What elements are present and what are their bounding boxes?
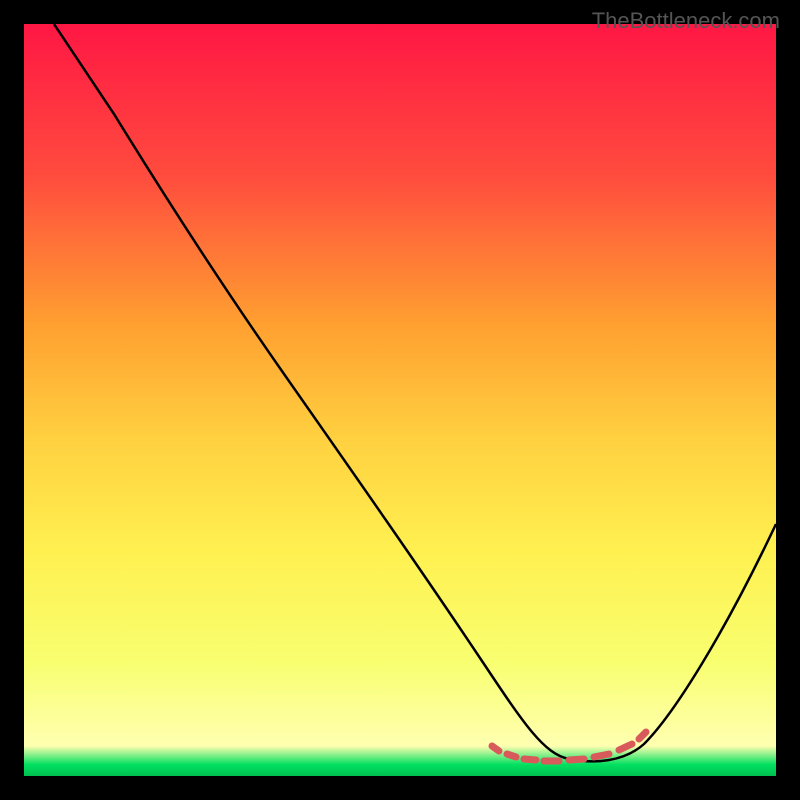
watermark-text: TheBottleneck.com <box>592 8 780 34</box>
bottleneck-curve <box>54 24 776 761</box>
plot-area <box>24 24 776 776</box>
curve-layer <box>24 24 776 776</box>
